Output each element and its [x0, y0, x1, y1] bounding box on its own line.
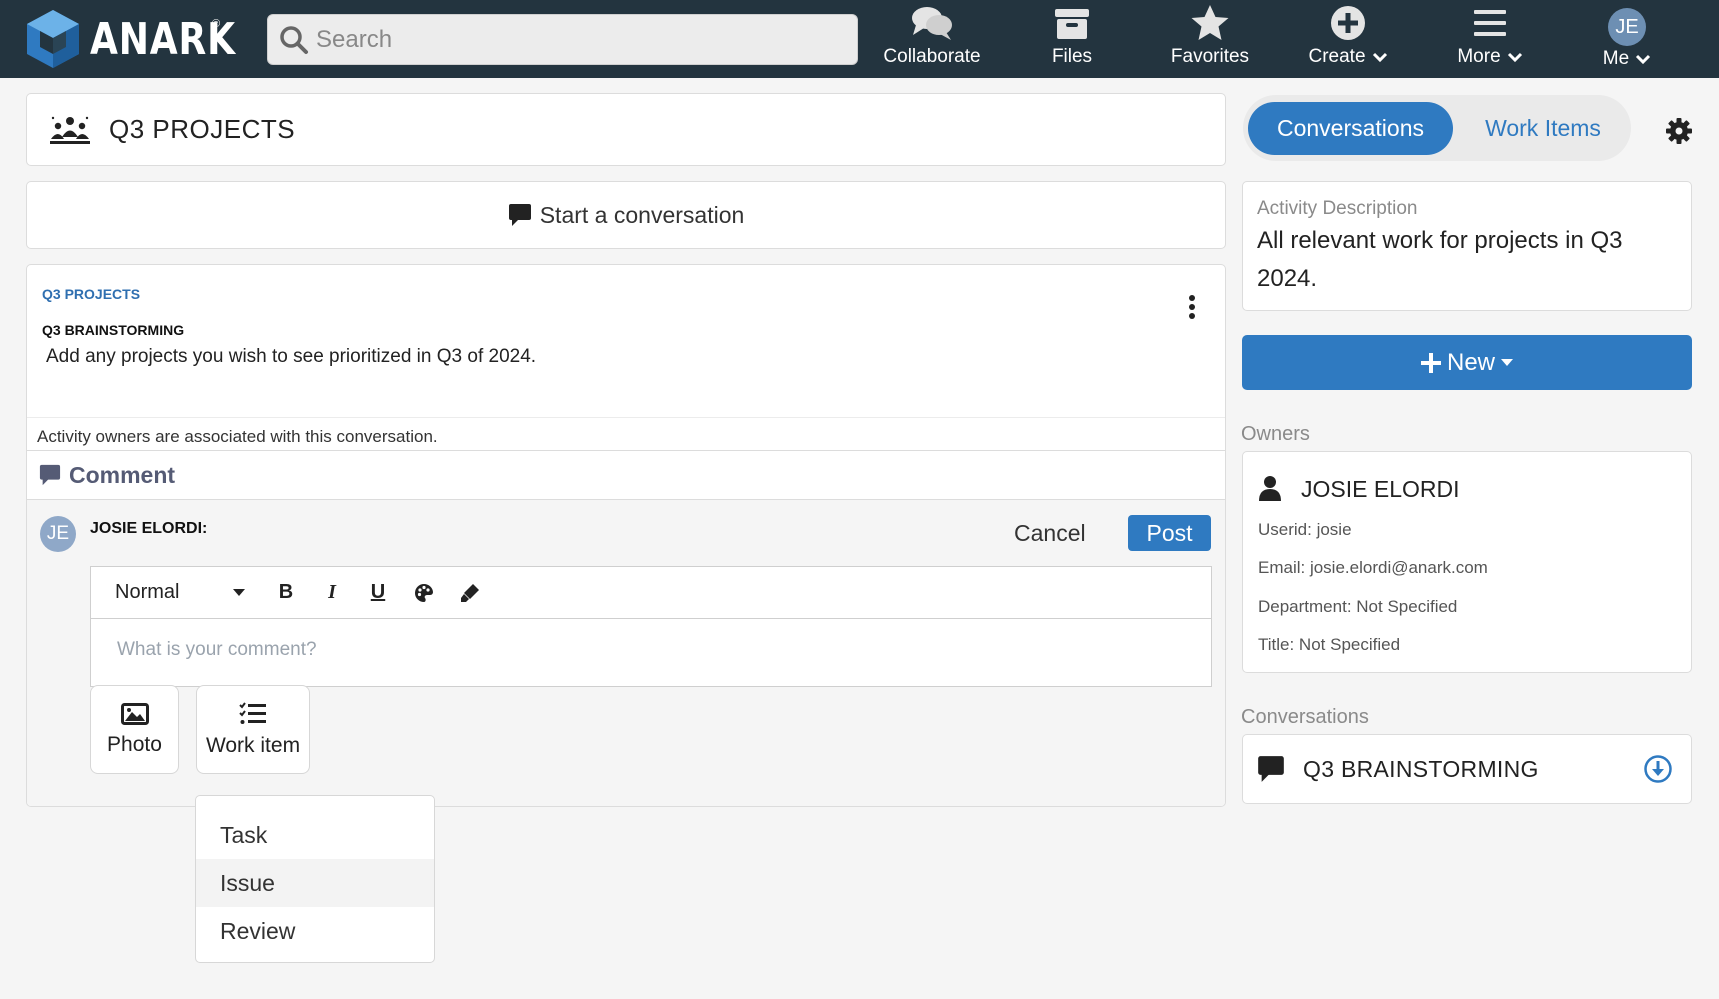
- nav-favorites-label: Favorites: [1170, 46, 1250, 67]
- editor-toolbar: Normal B I U: [91, 567, 1211, 619]
- bold-button[interactable]: B: [263, 581, 309, 604]
- nav-files[interactable]: Files: [1040, 4, 1104, 74]
- user-avatar: JE: [1608, 8, 1646, 46]
- conversation-description: Add any projects you wish to see priorit…: [46, 346, 537, 367]
- conversations-section-label: Conversations: [1241, 706, 1369, 728]
- format-select-value: Normal: [115, 581, 180, 603]
- highlight-button[interactable]: [447, 583, 493, 603]
- activity-description-card: Activity Description All relevant work f…: [1242, 181, 1692, 311]
- activity-title-card: Q3 PROJECTS: [26, 93, 1226, 166]
- sidebar-tabs: Conversations Work Items: [1243, 95, 1631, 161]
- activity-description-label: Activity Description: [1257, 198, 1418, 219]
- start-conversation-button[interactable]: Start a conversation: [26, 181, 1226, 249]
- star-icon: [1191, 5, 1229, 40]
- comment-tab-label: Comment: [69, 461, 176, 488]
- reply-composer: JE JOSIE ELORDI: Cancel Post Normal B I …: [27, 500, 1225, 806]
- reply-author: JOSIE ELORDI:: [90, 520, 208, 537]
- palette-icon: [415, 583, 433, 602]
- post-button[interactable]: Post: [1128, 515, 1211, 551]
- caret-down-icon: [1501, 358, 1513, 366]
- text-color-button[interactable]: [401, 583, 447, 603]
- tab-work-items[interactable]: Work Items: [1468, 102, 1618, 155]
- nav-more-text: More: [1457, 46, 1501, 67]
- owner-email: Email: josie.elordi@anark.com: [1258, 558, 1488, 577]
- gear-icon[interactable]: [1666, 118, 1692, 144]
- work-item-label: Work item: [205, 733, 301, 757]
- new-button-label: New: [1446, 348, 1495, 376]
- start-conversation-label: Start a conversation: [539, 201, 745, 228]
- conversation-card: Q3 PROJECTS Q3 BRAINSTORMING Add any pro…: [26, 264, 1226, 807]
- plus-icon: [1420, 352, 1441, 373]
- menu-item-task[interactable]: Task: [196, 811, 434, 859]
- anark-logo[interactable]: ANARK ®: [24, 8, 268, 70]
- nav-create[interactable]: Create: [1300, 4, 1396, 74]
- underline-button[interactable]: U: [355, 581, 401, 604]
- owner-title: Title: Not Specified: [1258, 635, 1401, 654]
- plus-circle-icon: [1331, 6, 1365, 40]
- search-input[interactable]: [316, 25, 836, 54]
- search-icon: [280, 25, 308, 54]
- image-icon: [120, 702, 149, 725]
- chat-bubbles-icon: [912, 7, 952, 40]
- photo-button[interactable]: Photo: [90, 685, 179, 774]
- menu-item-issue[interactable]: Issue: [196, 859, 434, 907]
- owner-name[interactable]: JOSIE ELORDI: [1301, 476, 1459, 503]
- task-list-icon: [239, 701, 266, 724]
- activity-description-value: All relevant work for projects in Q3 202…: [1257, 227, 1623, 292]
- archive-box-icon: [1055, 9, 1089, 39]
- owner-userid: Userid: josie: [1258, 520, 1352, 539]
- owners-section-label: Owners: [1241, 423, 1310, 445]
- comment-input[interactable]: What is your comment?: [91, 619, 1211, 681]
- comment-icon: [508, 204, 531, 226]
- tab-conversations[interactable]: Conversations: [1248, 102, 1453, 155]
- work-item-menu: Task Issue Review: [195, 795, 435, 963]
- nav-files-label: Files: [1051, 46, 1093, 67]
- work-item-button[interactable]: Work item: [196, 685, 310, 774]
- comment-tab[interactable]: Comment: [27, 451, 1225, 500]
- comment-icon: [39, 464, 61, 486]
- nav-create-text: Create: [1308, 46, 1366, 67]
- owner-card: JOSIE ELORDI Userid: josie Email: josie.…: [1242, 451, 1692, 673]
- comment-editor: Normal B I U What is your comment?: [90, 566, 1212, 687]
- top-bar: ANARK ® Collaborate Files Favorites: [0, 0, 1719, 78]
- conversation-breadcrumb[interactable]: Q3 PROJECTS: [42, 286, 140, 302]
- conversation-list-item-name: Q3 BRAINSTORMING: [1303, 755, 1539, 782]
- avatar: JE: [40, 516, 76, 552]
- chevron-down-icon: [1372, 52, 1387, 63]
- nav-me[interactable]: JE Me: [1594, 4, 1660, 74]
- caret-down-icon: [233, 588, 245, 596]
- nav-create-label: Create: [1308, 46, 1387, 68]
- italic-button[interactable]: I: [309, 581, 355, 604]
- owners-note: Activity owners are associated with this…: [27, 417, 1225, 451]
- conversation-list-item[interactable]: Q3 BRAINSTORMING: [1242, 734, 1692, 804]
- highlighter-icon: [461, 583, 479, 602]
- owner-department: Department: Not Specified: [1258, 597, 1458, 616]
- download-circle-icon[interactable]: [1643, 754, 1673, 784]
- nav-collaborate[interactable]: Collaborate: [880, 4, 984, 74]
- nav-more-label: More: [1457, 46, 1522, 68]
- nav-more[interactable]: More: [1450, 4, 1530, 74]
- chevron-down-icon: [1636, 54, 1651, 65]
- conversation-name: Q3 BRAINSTORMING: [42, 322, 185, 338]
- format-select[interactable]: Normal: [115, 581, 245, 604]
- cancel-button[interactable]: Cancel: [1014, 520, 1086, 547]
- nav-me-label: Me: [1603, 48, 1651, 70]
- kebab-menu-icon[interactable]: [1187, 293, 1197, 323]
- logo-registered-mark: ®: [212, 18, 221, 30]
- nav-collaborate-label: Collaborate: [883, 46, 981, 67]
- chevron-down-icon: [1507, 52, 1522, 63]
- new-button[interactable]: New: [1242, 335, 1692, 390]
- group-people-icon: [50, 116, 90, 144]
- anark-cube-icon: [27, 10, 79, 68]
- nav-favorites[interactable]: Favorites: [1164, 4, 1256, 74]
- user-icon: [1259, 476, 1281, 501]
- search-bar[interactable]: [267, 14, 858, 65]
- photo-label: Photo: [107, 732, 162, 756]
- page-title: Q3 PROJECTS: [109, 114, 296, 144]
- hamburger-menu-icon: [1474, 10, 1506, 36]
- menu-item-review[interactable]: Review: [196, 907, 434, 955]
- nav-me-text: Me: [1602, 48, 1630, 69]
- comment-icon: [1258, 756, 1284, 782]
